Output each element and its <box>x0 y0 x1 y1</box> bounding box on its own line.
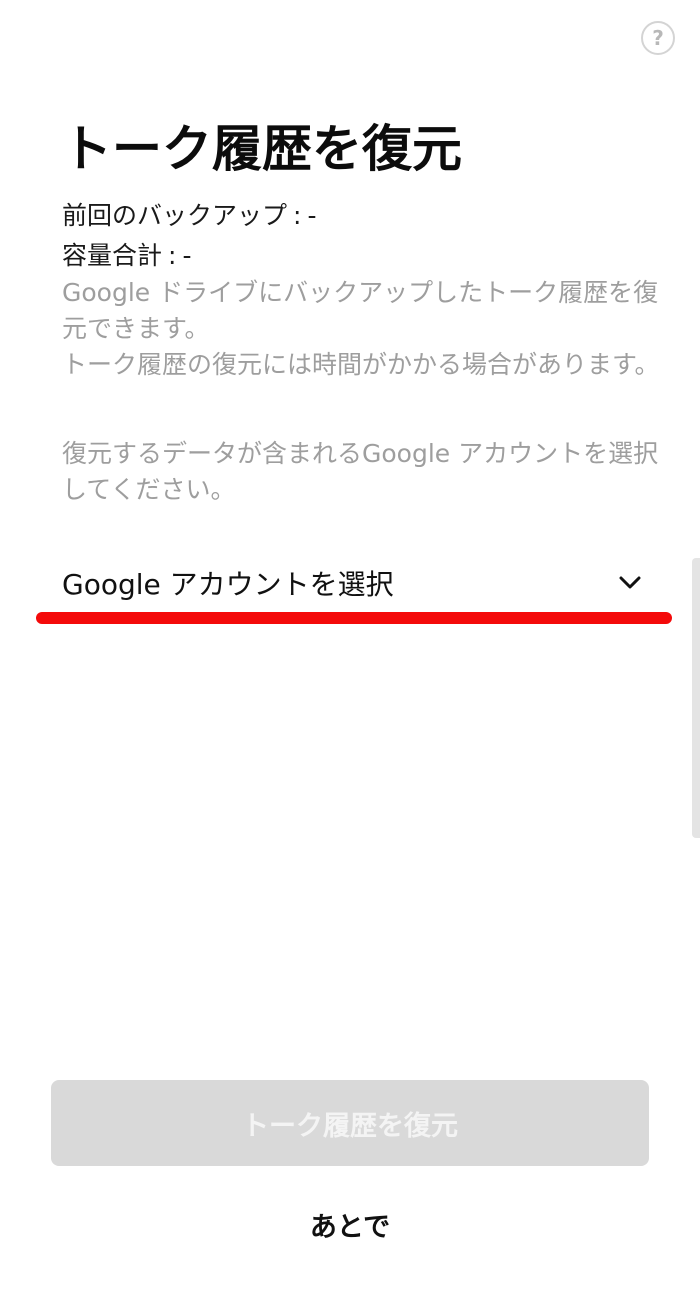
last-backup-separator: : <box>293 201 302 230</box>
description-backup: Google ドライブにバックアップしたトーク履歴を復元できます。 トーク履歴の… <box>62 278 660 379</box>
last-backup-row: 前回のバックアップ: - <box>62 198 316 234</box>
question-icon: ? <box>652 26 664 50</box>
chevron-down-icon <box>618 571 642 595</box>
restore-chat-history-button[interactable]: トーク履歴を復元 <box>51 1080 649 1166</box>
total-size-row: 容量合計: - <box>62 238 191 274</box>
total-size-separator: : <box>168 241 177 270</box>
google-account-select[interactable]: Google アカウントを選択 <box>62 558 652 608</box>
last-backup-value: - <box>307 201 317 230</box>
google-account-select-label: Google アカウントを選択 <box>62 568 394 601</box>
description-select-account: 復元するデータが含まれるGoogle アカウントを選択してください。 <box>62 439 659 504</box>
later-button[interactable]: あとで <box>250 1196 450 1252</box>
total-size-label: 容量合計 <box>62 241 163 270</box>
total-size-value: - <box>182 241 192 270</box>
help-button[interactable]: ? <box>641 21 675 55</box>
page-title: トーク履歴を復元 <box>62 120 462 178</box>
scrollbar[interactable] <box>692 558 700 838</box>
annotation-red-underline <box>36 612 672 624</box>
last-backup-label: 前回のバックアップ <box>62 201 288 230</box>
